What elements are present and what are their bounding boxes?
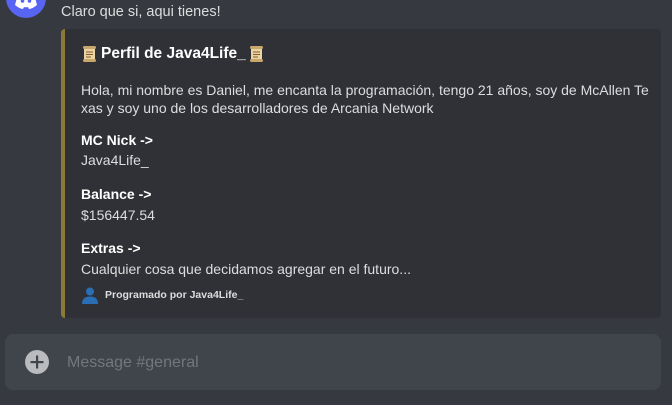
user-icon [82,287,98,304]
field-value-balance: $156447.54 [81,207,155,223]
embed-description: Hola, mi nombre es Daniel, me encanta la… [81,82,649,116]
embed-title-text: Perfil de Java4Life_ [101,45,246,62]
profile-embed: Perfil de Java4Life_ Hola, mi nombre es … [61,29,661,318]
field-value-mc-nick: Java4Life_ [81,152,149,168]
field-name-balance: Balance -> [81,186,152,202]
chat-view: Claro que si, aqui tienes! Perfil de Jav… [0,0,672,405]
scroll-icon [249,46,263,62]
message-composer [5,334,661,390]
plus-icon [30,355,44,369]
scroll-icon [83,46,96,62]
footer-text: Programado por Java4Life_ [105,289,244,301]
add-attachment-button[interactable] [25,350,49,374]
embed-footer: Programado por Java4Life_ [81,286,243,304]
field-name-mc-nick: MC Nick -> [81,132,153,148]
embed-title: Perfil de Java4Life_ [81,45,266,63]
message-text: Claro que si, aqui tienes! [61,4,221,20]
field-name-extras: Extras -> [81,240,141,256]
bot-avatar[interactable] [6,0,46,18]
message-input[interactable] [65,348,649,378]
discord-logo-icon [15,0,37,9]
field-value-extras: Cualquier cosa que decidamos agregar en … [81,261,411,277]
